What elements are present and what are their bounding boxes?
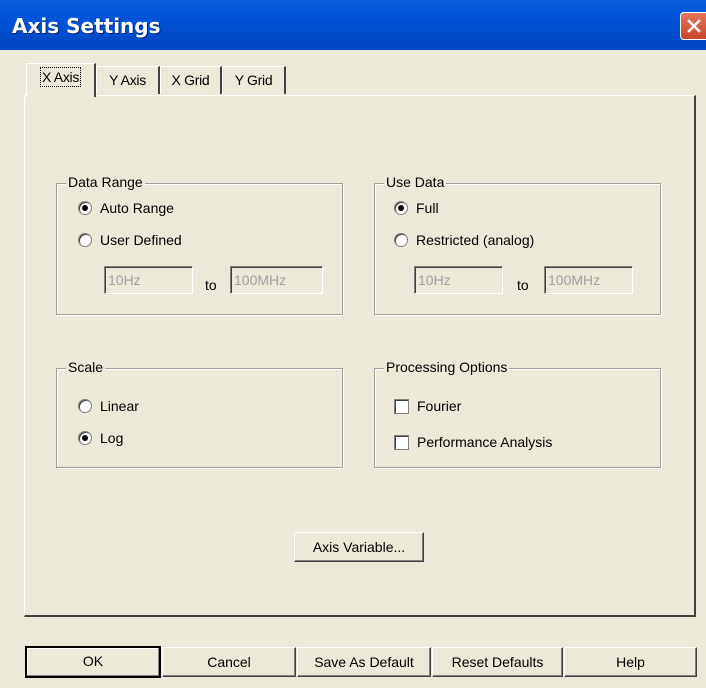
ok-button[interactable]: OK xyxy=(25,646,161,678)
use-data-to-field[interactable]: 100MHz xyxy=(544,266,633,294)
radio-button[interactable] xyxy=(394,201,408,215)
radio-button[interactable] xyxy=(78,201,92,215)
log-radio[interactable]: Log xyxy=(78,428,123,448)
auto-range-radio[interactable]: Auto Range xyxy=(78,198,174,218)
use-data-to-label: to xyxy=(517,277,529,293)
data-range-title: Data Range xyxy=(66,174,145,190)
close-button[interactable] xyxy=(680,12,706,40)
tab-label: Y Grid xyxy=(234,72,273,88)
tab-label: X Grid xyxy=(171,72,210,88)
radio-button[interactable] xyxy=(394,233,408,247)
close-icon xyxy=(687,19,701,33)
radio-button[interactable] xyxy=(78,233,92,247)
use-data-title: Use Data xyxy=(384,174,447,190)
linear-radio[interactable]: Linear xyxy=(78,396,139,416)
radio-button[interactable] xyxy=(78,431,92,445)
checkbox[interactable] xyxy=(394,398,409,414)
use-data-from-field[interactable]: 10Hz xyxy=(414,266,503,294)
tab-x-grid[interactable]: X Grid xyxy=(160,66,222,94)
tab-label: X Axis xyxy=(39,67,82,87)
processing-options-group: Processing Options xyxy=(374,359,661,468)
fourier-label: Fourier xyxy=(417,398,462,414)
performance-analysis-checkbox[interactable]: Performance Analysis xyxy=(394,432,552,452)
scale-group: Scale xyxy=(56,359,343,468)
window-title: Axis Settings xyxy=(12,14,161,38)
restricted-radio[interactable]: Restricted (analog) xyxy=(394,230,534,250)
radio-button[interactable] xyxy=(78,399,92,413)
processing-options-title: Processing Options xyxy=(384,359,510,375)
full-label: Full xyxy=(416,200,439,216)
cancel-button[interactable]: Cancel xyxy=(162,647,296,677)
title-bar: Axis Settings xyxy=(0,0,706,50)
tab-y-axis[interactable]: Y Axis xyxy=(96,66,160,94)
user-defined-radio[interactable]: User Defined xyxy=(78,230,182,250)
scale-title: Scale xyxy=(66,359,106,375)
data-range-from-field[interactable]: 10Hz xyxy=(104,266,193,294)
checkbox[interactable] xyxy=(394,434,409,450)
full-radio[interactable]: Full xyxy=(394,198,439,218)
axis-variable-button[interactable]: Axis Variable... xyxy=(294,532,424,562)
tab-x-axis[interactable]: X Axis xyxy=(26,63,96,97)
performance-analysis-label: Performance Analysis xyxy=(417,434,553,450)
tab-y-grid[interactable]: Y Grid xyxy=(222,66,286,94)
fourier-checkbox[interactable]: Fourier xyxy=(394,396,461,416)
log-label: Log xyxy=(100,430,124,446)
data-range-to-label: to xyxy=(205,277,217,293)
help-button[interactable]: Help xyxy=(564,647,697,677)
tab-label: Y Axis xyxy=(109,72,146,88)
save-as-default-button[interactable]: Save As Default xyxy=(297,647,431,677)
auto-range-label: Auto Range xyxy=(100,200,174,216)
user-defined-label: User Defined xyxy=(100,232,182,248)
data-range-to-field[interactable]: 100MHz xyxy=(230,266,323,294)
restricted-label: Restricted (analog) xyxy=(416,232,535,248)
linear-label: Linear xyxy=(100,398,139,414)
reset-defaults-button[interactable]: Reset Defaults xyxy=(432,647,563,677)
